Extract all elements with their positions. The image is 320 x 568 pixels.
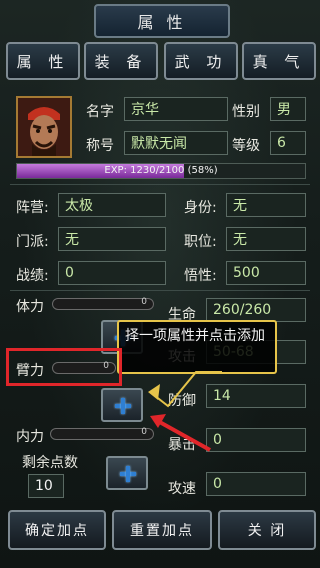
tutorial-pointer-icon: [148, 371, 222, 452]
attribute-screen: 属 性 属 性 装 备 武 功 真 气 名字 京华 性别 男 称号 默默无闻 等…: [0, 0, 320, 568]
arm-highlight-frame: [6, 348, 122, 386]
close-button[interactable]: 关 闭: [218, 510, 316, 550]
confirm-points-button[interactable]: 确定加点: [8, 510, 106, 550]
reset-points-button[interactable]: 重置加点: [112, 510, 212, 550]
